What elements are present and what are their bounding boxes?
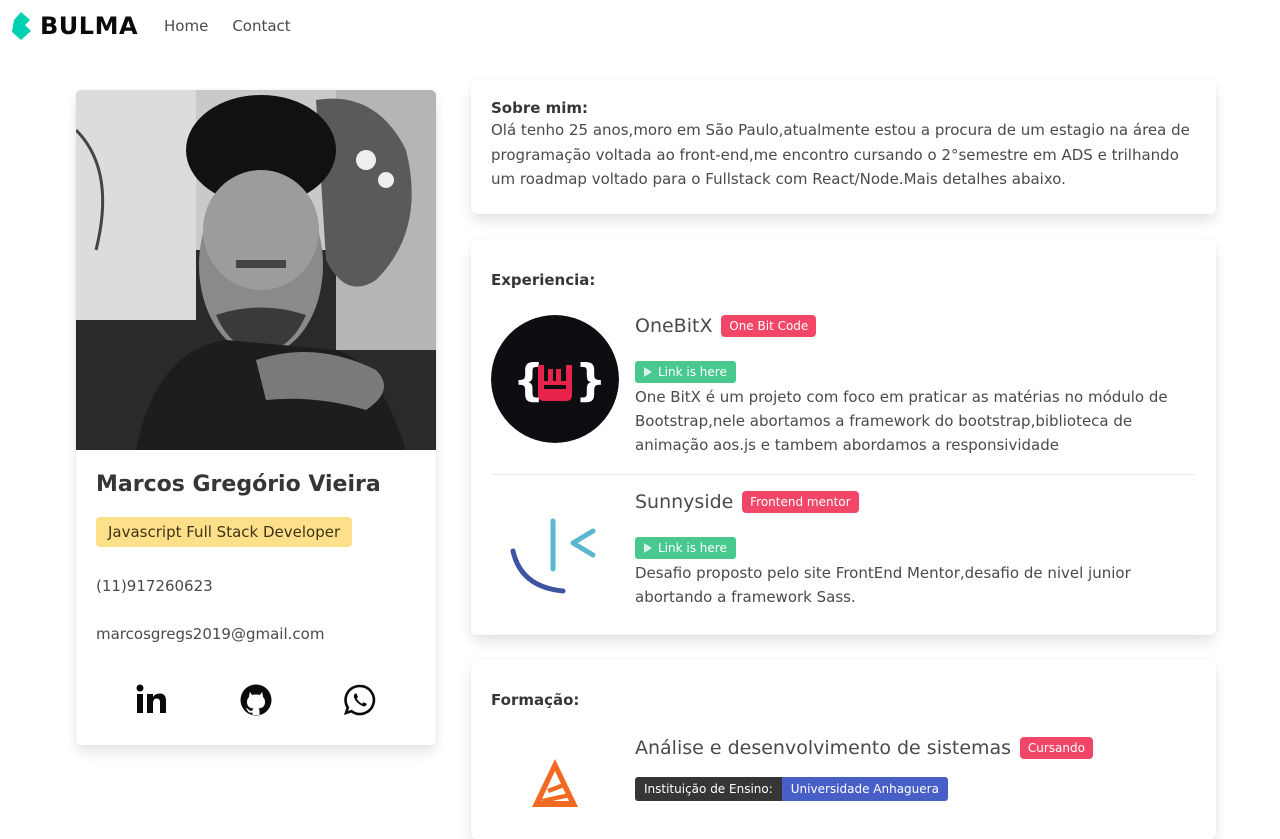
link-label: Link is here [658, 365, 727, 379]
experience-description: Desafio proposto pelo site FrontEnd Ment… [635, 564, 1131, 606]
play-icon [644, 543, 652, 553]
about-card: Sobre mim: Olá tenho 25 anos,moro em São… [471, 79, 1216, 214]
social-links [96, 683, 416, 717]
profile-card: Marcos Gregório Vieira Javascript Full S… [76, 90, 436, 745]
role-tag: Javascript Full Stack Developer [96, 517, 353, 547]
experience-item: Sunnyside Frontend mentor Link is here D… [491, 474, 1196, 619]
experience-tag: One Bit Code [721, 315, 817, 337]
profile-name: Marcos Gregório Vieira [96, 472, 381, 497]
experience-title: Experiencia: [491, 271, 596, 289]
education-card: Formação: Análise e desenvolvimento de s… [471, 659, 1216, 839]
anhanguera-logo-icon [532, 759, 578, 807]
linkedin-icon[interactable] [135, 683, 169, 717]
course-status-tag: Cursando [1019, 737, 1093, 759]
experience-tag: Frontend mentor [742, 491, 859, 513]
course-name: Análise e desenvolvimento de sistemas [635, 737, 1012, 759]
sunnyside-logo-icon [491, 491, 619, 619]
education-item: Análise e desenvolvimento de sistemas Cu… [491, 737, 1196, 817]
profile-photo [76, 90, 436, 450]
navbar: BULMA Home Contact [0, 0, 1280, 52]
experience-name: OneBitX [635, 315, 713, 337]
brand-name: BULMA [40, 12, 139, 40]
email-address: marcosgregs2019@gmail.com [96, 625, 325, 643]
experience-name: Sunnyside [635, 491, 734, 513]
phone-number: (11)917260623 [96, 577, 213, 595]
about-title: Sobre mim: [491, 99, 589, 117]
institution-label: Instituição de Ensino: [635, 777, 782, 801]
institution-tags: Instituição de Ensino: Universidade Anha… [635, 777, 1196, 801]
institution-name: Universidade Anhaguera [781, 777, 948, 801]
experience-card: Experiencia: { } OneBitX One Bit Code Li… [471, 239, 1216, 635]
education-title: Formação: [491, 691, 580, 709]
brand-logo[interactable]: BULMA [12, 0, 138, 52]
svg-text:}: } [575, 355, 606, 406]
experience-item: { } OneBitX One Bit Code Link is here On… [491, 315, 1196, 457]
link-label: Link is here [658, 541, 727, 555]
whatsapp-icon[interactable] [343, 683, 377, 717]
nav-link-contact[interactable]: Contact [232, 17, 290, 35]
project-link-button[interactable]: Link is here [635, 361, 736, 383]
project-link-button[interactable]: Link is here [635, 537, 736, 559]
nav-link-home[interactable]: Home [164, 17, 208, 35]
onebitx-logo-icon: { } [491, 315, 619, 443]
about-text: Olá tenho 25 anos,moro em São Paulo,atua… [491, 121, 1190, 188]
bulma-logo-icon [12, 12, 31, 40]
play-icon [644, 367, 652, 377]
github-icon[interactable] [239, 683, 273, 717]
experience-description: One BitX é um projeto com foco em pratic… [635, 388, 1168, 454]
